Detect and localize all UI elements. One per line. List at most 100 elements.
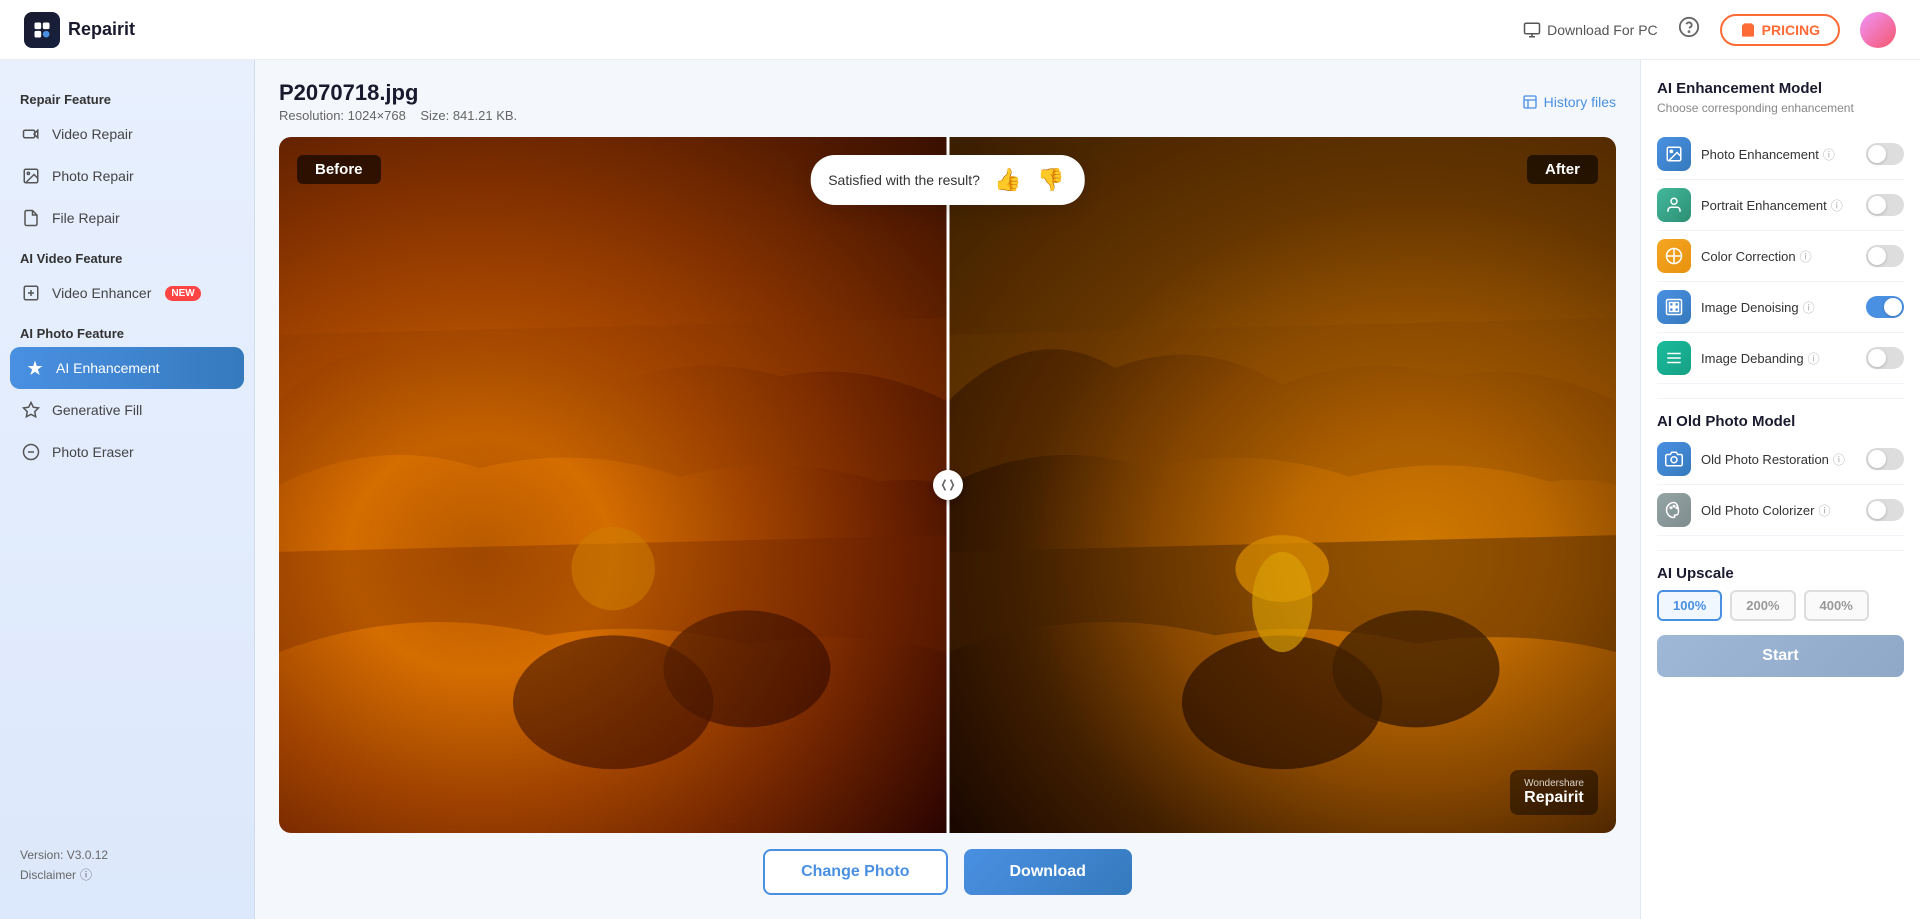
file-repair-label: File Repair [52, 210, 120, 226]
logo-icon [24, 12, 60, 48]
before-after-container: Before After Satisfied with the result? … [279, 137, 1616, 833]
sidebar-item-ai-enhancement[interactable]: AI Enhancement [10, 347, 244, 389]
color-correction-label: Color Correction ⓘ [1701, 248, 1856, 265]
thumbs-up-button[interactable]: 👍 [992, 165, 1023, 195]
image-debanding-label: Image Debanding ⓘ [1701, 350, 1856, 367]
file-size: Size: 841.21 KB. [420, 108, 517, 123]
file-meta: Resolution: 1024×768 Size: 841.21 KB. [279, 108, 517, 123]
enhancement-debanding: Image Debanding ⓘ [1657, 333, 1904, 384]
download-pc-label: Download For PC [1547, 22, 1658, 38]
upscale-100-button[interactable]: 100% [1657, 590, 1722, 621]
ai-enhancement-label: AI Enhancement [56, 360, 160, 376]
old-photo-restoration-info[interactable]: ⓘ [1833, 451, 1845, 468]
old-photo-colorizer-info[interactable]: ⓘ [1818, 502, 1830, 519]
thumbs-down-button[interactable]: 👎 [1035, 165, 1066, 195]
color-correction-info[interactable]: ⓘ [1800, 248, 1812, 265]
upscale-section: AI Upscale 100% 200% 400% [1657, 565, 1904, 621]
sidebar-item-generative-fill[interactable]: Generative Fill [0, 389, 254, 431]
enhancement-photo: Photo Enhancement ⓘ [1657, 129, 1904, 180]
photo-eraser-label: Photo Eraser [52, 444, 134, 460]
ai-photo-feature-label: AI Photo Feature [0, 318, 254, 347]
old-photo-colorizer-label: Old Photo Colorizer ⓘ [1701, 502, 1856, 519]
download-button[interactable]: Download [964, 849, 1132, 895]
photo-enhancement-icon [1657, 137, 1691, 171]
image-denoising-toggle[interactable] [1866, 296, 1904, 318]
main-layout: Repair Feature Video Repair Photo Repair… [0, 60, 1920, 919]
panel-divider-1 [1657, 398, 1904, 399]
enhancement-portrait: Portrait Enhancement ⓘ [1657, 180, 1904, 231]
file-info-bar: P2070718.jpg Resolution: 1024×768 Size: … [279, 80, 1616, 123]
image-denoising-icon [1657, 290, 1691, 324]
old-photo-colorizer-toggle[interactable] [1866, 499, 1904, 521]
slider-handle[interactable] [933, 470, 963, 500]
pricing-button[interactable]: PRICING [1720, 14, 1840, 46]
image-denoising-label: Image Denoising ⓘ [1701, 299, 1856, 316]
old-photo-restoration-toggle[interactable] [1866, 448, 1904, 470]
enhancement-old-photo-colorizer: Old Photo Colorizer ⓘ [1657, 485, 1904, 536]
ai-video-feature-label: AI Video Feature [0, 243, 254, 272]
app-name: Repairit [68, 19, 135, 40]
portrait-enhancement-label: Portrait Enhancement ⓘ [1701, 197, 1856, 214]
image-debanding-toggle[interactable] [1866, 347, 1904, 369]
ai-enhancement-subtitle: Choose corresponding enhancement [1657, 101, 1904, 115]
repair-feature-label: Repair Feature [0, 84, 254, 113]
photo-enhancement-label: Photo Enhancement ⓘ [1701, 146, 1856, 163]
help-icon[interactable] [1678, 16, 1700, 44]
disclaimer-btn[interactable]: Disclaimer ⓘ [20, 866, 234, 883]
color-correction-toggle[interactable] [1866, 245, 1904, 267]
before-label: Before [297, 155, 381, 184]
right-panel: AI Enhancement Model Choose correspondin… [1640, 60, 1920, 919]
sidebar-item-video-enhancer[interactable]: Video Enhancer NEW [0, 272, 254, 314]
portrait-enhancement-info[interactable]: ⓘ [1831, 197, 1843, 214]
generative-fill-label: Generative Fill [52, 402, 142, 418]
enhancement-color: Color Correction ⓘ [1657, 231, 1904, 282]
ai-enhancement-icon [24, 357, 46, 379]
logo[interactable]: Repairit [24, 12, 135, 48]
image-debanding-icon [1657, 341, 1691, 375]
file-repair-icon [20, 207, 42, 229]
color-correction-icon [1657, 239, 1691, 273]
start-button[interactable]: Start [1657, 635, 1904, 677]
photo-eraser-icon [20, 441, 42, 463]
image-debanding-info[interactable]: ⓘ [1808, 350, 1820, 367]
after-label: After [1527, 155, 1598, 184]
file-resolution: Resolution: 1024×768 [279, 108, 406, 123]
change-photo-button[interactable]: Change Photo [763, 849, 947, 895]
history-label: History files [1544, 94, 1616, 110]
sidebar-item-photo-repair[interactable]: Photo Repair [0, 155, 254, 197]
video-repair-label: Video Repair [52, 126, 133, 142]
pricing-label: PRICING [1762, 22, 1820, 38]
generative-fill-icon [20, 399, 42, 421]
image-before [279, 137, 948, 833]
history-button[interactable]: History files [1522, 94, 1616, 110]
watermark-sub: Wondershare [1524, 778, 1584, 789]
photo-enhancement-info[interactable]: ⓘ [1823, 146, 1835, 163]
old-photo-title: AI Old Photo Model [1657, 413, 1904, 430]
sky-after-bg [948, 137, 1617, 833]
portrait-enhancement-toggle[interactable] [1866, 194, 1904, 216]
nav-right: Download For PC PRICING [1523, 12, 1896, 48]
video-enhancer-icon [20, 282, 42, 304]
disclaimer-info-icon: ⓘ [80, 866, 92, 883]
sidebar-item-file-repair[interactable]: File Repair [0, 197, 254, 239]
sidebar-item-video-repair[interactable]: Video Repair [0, 113, 254, 155]
old-photo-restoration-label: Old Photo Restoration ⓘ [1701, 451, 1856, 468]
nav-download-pc-btn[interactable]: Download For PC [1523, 21, 1658, 39]
upscale-400-button[interactable]: 400% [1804, 590, 1869, 621]
sidebar-item-photo-eraser[interactable]: Photo Eraser [0, 431, 254, 473]
watermark-brand: Repairit [1524, 789, 1584, 807]
sidebar: Repair Feature Video Repair Photo Repair… [0, 60, 255, 919]
ai-enhancement-title: AI Enhancement Model [1657, 80, 1904, 97]
portrait-enhancement-icon [1657, 188, 1691, 222]
upscale-200-button[interactable]: 200% [1730, 590, 1795, 621]
user-avatar[interactable] [1860, 12, 1896, 48]
photo-enhancement-toggle[interactable] [1866, 143, 1904, 165]
photo-repair-icon [20, 165, 42, 187]
panel-divider-2 [1657, 550, 1904, 551]
image-denoising-info[interactable]: ⓘ [1803, 299, 1815, 316]
video-repair-icon [20, 123, 42, 145]
image-viewer: Before After Satisfied with the result? … [279, 137, 1616, 833]
top-nav: Repairit Download For PC PRICING [0, 0, 1920, 60]
satisfaction-text: Satisfied with the result? [828, 172, 980, 188]
sidebar-bottom: Version: V3.0.12 Disclaimer ⓘ [0, 832, 254, 899]
